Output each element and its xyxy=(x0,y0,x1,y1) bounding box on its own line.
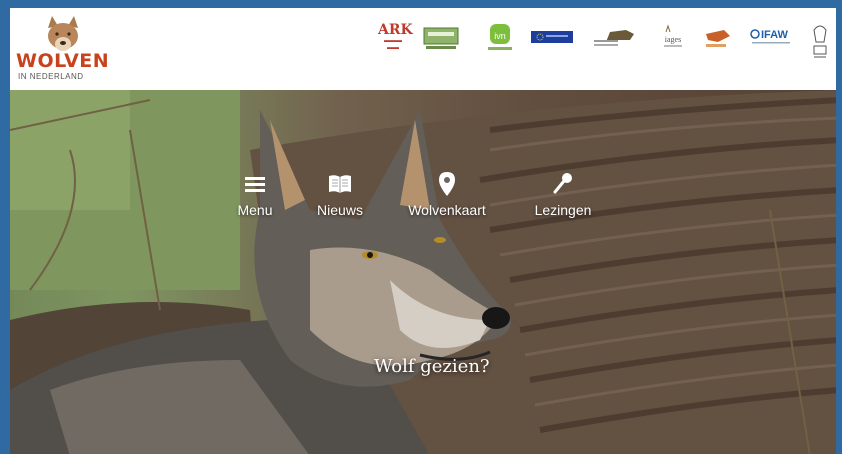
svg-text:iages: iages xyxy=(665,35,681,44)
site-logo[interactable]: WOLVEN IN NEDERLAND xyxy=(16,14,126,86)
nav-lezingen[interactable]: Lezingen xyxy=(530,170,596,218)
microphone-icon xyxy=(553,173,572,194)
nav-nieuws[interactable]: Nieuws xyxy=(310,170,370,218)
logo-wordmark: WOLVEN xyxy=(16,50,110,72)
nav-nieuws-label: Nieuws xyxy=(317,202,363,218)
logo-subtitle: IN NEDERLAND xyxy=(18,72,84,81)
wolf-head-logo-icon xyxy=(48,16,78,51)
partner-logo-wolf-fence[interactable] xyxy=(592,22,640,68)
hero-banner: Menu Nieuws Wolvenkaart Lezingen Wolf ge… xyxy=(10,90,836,454)
partner-logo-eu[interactable] xyxy=(530,22,574,68)
wolf-sighting-link[interactable]: Wolf gezien? xyxy=(374,356,490,377)
main-nav: Menu Nieuws Wolvenkaart Lezingen xyxy=(10,170,836,230)
wolf-photo xyxy=(10,90,836,454)
nav-wolvenkaart-label: Wolvenkaart xyxy=(408,202,486,218)
browser-frame: WOLVEN IN NEDERLAND ARK ▬▬▬ ▬▬ ivn iages… xyxy=(8,6,838,454)
partner-logo-ark[interactable]: ARK ▬▬▬ ▬▬ xyxy=(378,22,413,68)
nav-menu-label: Menu xyxy=(237,202,273,218)
svg-text:IFAW: IFAW xyxy=(761,29,789,41)
svg-text:ivn: ivn xyxy=(494,31,506,41)
newspaper-icon xyxy=(329,175,351,193)
partner-logo-natuurmonumenten[interactable] xyxy=(422,22,460,68)
partner-logo-fox[interactable] xyxy=(702,22,732,68)
partner-logo-ivn[interactable]: ivn xyxy=(484,22,516,68)
map-pin-icon xyxy=(439,172,455,196)
nav-wolvenkaart[interactable]: Wolvenkaart xyxy=(402,170,492,218)
nav-menu[interactable]: Menu xyxy=(230,170,280,218)
partner-logo-ifaw[interactable]: IFAW xyxy=(748,22,794,68)
menu-icon xyxy=(245,177,265,192)
partner-logos: ARK ▬▬▬ ▬▬ ivn iages IFAW xyxy=(372,22,834,72)
site-header: WOLVEN IN NEDERLAND ARK ▬▬▬ ▬▬ ivn iages… xyxy=(10,8,836,90)
partner-logo-society[interactable]: iages xyxy=(658,22,688,68)
nav-lezingen-label: Lezingen xyxy=(534,202,592,218)
partner-logo-face[interactable] xyxy=(808,22,832,68)
